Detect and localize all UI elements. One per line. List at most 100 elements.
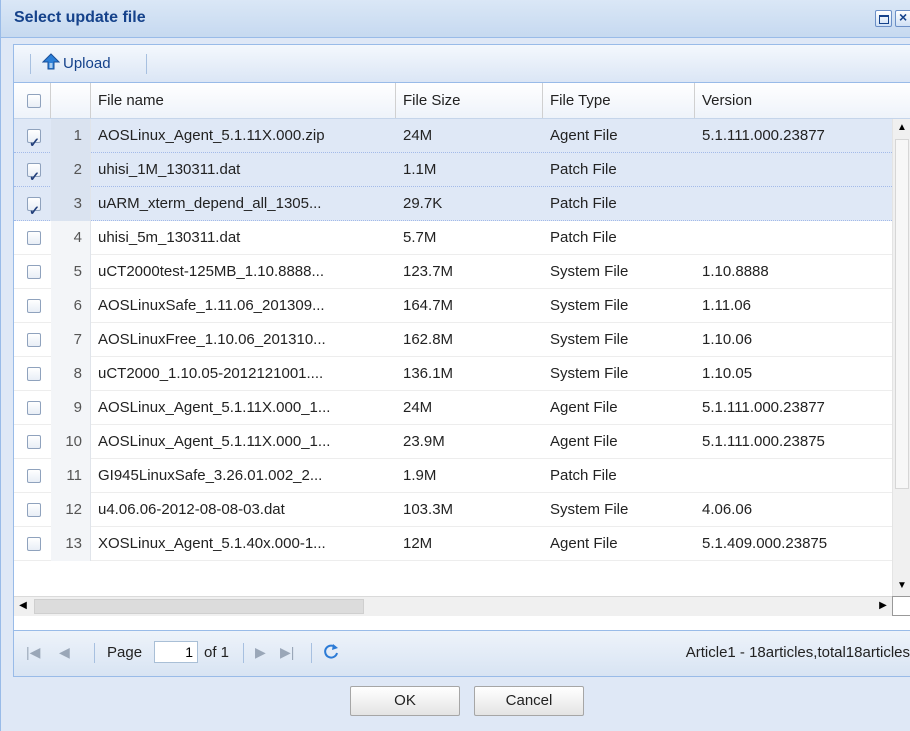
scroll-right-icon[interactable]: ▶ [874,597,892,615]
select-all-checkbox[interactable] [27,94,41,108]
horizontal-scroll-thumb[interactable] [34,599,364,614]
table-row[interactable]: 13 XOSLinux_Agent_5.1.40x.000-1... 12M Agen… [14,527,892,561]
cell-file-name: uhisi_1M_130311.dat [98,161,241,178]
cell-file-size: 162.8M [403,331,454,348]
row-checkbox[interactable] [27,126,41,153]
row-number: 11 [51,459,91,493]
last-page-icon[interactable]: ▶| [280,644,294,661]
cell-file-type: Agent File [550,127,618,144]
row-checkbox[interactable] [27,367,41,381]
row-checkbox[interactable] [27,401,41,415]
toolbar-separator [30,54,31,74]
vertical-scrollbar[interactable]: ▲ ▼ [892,119,910,596]
paging-separator [243,643,244,663]
horizontal-scrollbar[interactable]: ◀ ▶ [14,596,892,616]
page-number-input[interactable] [154,641,198,663]
row-checkbox-cell [14,425,51,459]
cell-file-name: AOSLinux_Agent_5.1.11X.000_1... [98,399,331,416]
row-checkbox-cell [14,323,51,357]
cell-version [695,459,892,493]
table-row[interactable]: 10 AOSLinux_Agent_5.1.11X.000_1... 23.9M Ag… [14,425,892,459]
dialog-title: Select update file [14,9,146,26]
scroll-down-icon[interactable]: ▼ [893,577,910,595]
row-checkbox[interactable] [27,333,41,347]
cell-file-size: 12M [403,535,433,552]
first-page-icon[interactable]: |◀ [26,644,40,661]
table-row[interactable]: 1 AOSLinux_Agent_5.1.11X.000.zip 24M Agent … [14,119,892,153]
cell-file-size: 24M [403,399,433,416]
cell-file-size: 5.7M [403,229,437,246]
upload-button[interactable]: Upload [41,52,111,76]
cell-file-name: GI945LinuxSafe_3.26.01.002_2... [98,467,323,484]
upload-arrow-icon [41,53,61,70]
row-number: 10 [51,425,91,459]
cell-file-size: 164.7M [403,297,454,314]
cell-file-size: 1.9M [403,467,437,484]
row-number: 12 [51,493,91,527]
cell-file-size: 1.1M [403,161,437,178]
row-number: 7 [51,323,91,357]
cell-version: 4.06.06 [702,501,753,518]
table-row[interactable]: 7 AOSLinuxFree_1.10.06_201310... 162.8M Sys… [14,323,892,357]
cell-file-type: System File [550,365,629,382]
table-row[interactable]: 6 AOSLinuxSafe_1.11.06_201309... 164.7M Sys… [14,289,892,323]
next-page-icon[interactable]: ▶ [255,644,266,661]
row-checkbox-cell [14,289,51,323]
table-row[interactable]: 8 uCT2000_1.10.05-2012121001.... 136.1M Sys… [14,357,892,391]
maximize-icon[interactable] [875,10,892,27]
cell-file-name: uARM_xterm_depend_all_1305... [98,195,322,212]
table-row[interactable]: 5 uCT2000test-125MB_1.10.8888... 123.7M Sys… [14,255,892,289]
table-row[interactable]: 4 uhisi_5m_130311.dat 5.7M Patch File [14,221,892,255]
paging-separator [311,643,312,663]
cell-file-name: XOSLinux_Agent_5.1.40x.000-1... [98,535,326,552]
close-icon[interactable]: × [895,9,910,27]
row-checkbox[interactable] [27,160,41,187]
row-checkbox[interactable] [27,231,41,245]
row-number: 6 [51,289,91,323]
prev-page-icon[interactable]: ◀ [59,644,70,661]
table-row[interactable]: 12 u4.06.06-2012-08-08-03.dat 103.3M System… [14,493,892,527]
cell-file-type: Patch File [550,229,617,246]
row-checkbox[interactable] [27,299,41,313]
cell-version: 1.10.05 [702,365,753,382]
table-row[interactable]: 2 uhisi_1M_130311.dat 1.1M Patch File [14,153,892,187]
table-row[interactable]: 3 uARM_xterm_depend_all_1305... 29.7K Patch… [14,187,892,221]
row-checkbox[interactable] [27,469,41,483]
table-row[interactable]: 9 AOSLinux_Agent_5.1.11X.000_1... 24M Agent… [14,391,892,425]
paging-toolbar: |◀ ◀ Page of 1 ▶ ▶| Article1 - 18article… [14,630,910,676]
cell-version [695,153,892,187]
cell-file-size: 29.7K [403,195,443,212]
row-number: 3 [51,187,91,221]
cell-file-type: System File [550,331,629,348]
cell-file-type: System File [550,297,629,314]
row-checkbox[interactable] [27,503,41,517]
cell-file-type: System File [550,501,629,518]
row-checkbox[interactable] [27,194,41,221]
dialog-titlebar[interactable]: Select update file × [1,0,910,38]
refresh-icon[interactable] [321,642,341,662]
row-checkbox-cell [14,119,51,153]
cell-file-name: uCT2000test-125MB_1.10.8888... [98,263,324,280]
cell-file-size: 24M [403,127,433,144]
file-grid-panel: Upload File name File Size File Type Ver… [13,44,910,677]
column-header-file-type[interactable]: File Type [543,83,695,118]
row-number: 4 [51,221,91,255]
header-rownum-cell [51,83,91,118]
row-checkbox-cell [14,391,51,425]
table-row[interactable]: 11 GI945LinuxSafe_3.26.01.002_2... 1.9M Pat… [14,459,892,493]
scroll-corner [892,596,910,616]
grid-header: File name File Size File Type Version [14,83,910,119]
row-checkbox[interactable] [27,265,41,279]
column-header-file-size[interactable]: File Size [396,83,543,118]
cell-file-type: Patch File [550,195,617,212]
ok-button[interactable]: OK [350,686,460,716]
cancel-button[interactable]: Cancel [474,686,584,716]
column-header-file-name[interactable]: File name [91,83,396,118]
row-checkbox[interactable] [27,537,41,551]
column-header-version[interactable]: Version [695,83,910,118]
vertical-scroll-thumb[interactable] [895,139,909,489]
scroll-left-icon[interactable]: ◀ [14,597,32,615]
row-checkbox[interactable] [27,435,41,449]
scroll-up-icon[interactable]: ▲ [893,119,910,137]
cell-file-size: 103.3M [403,501,454,518]
